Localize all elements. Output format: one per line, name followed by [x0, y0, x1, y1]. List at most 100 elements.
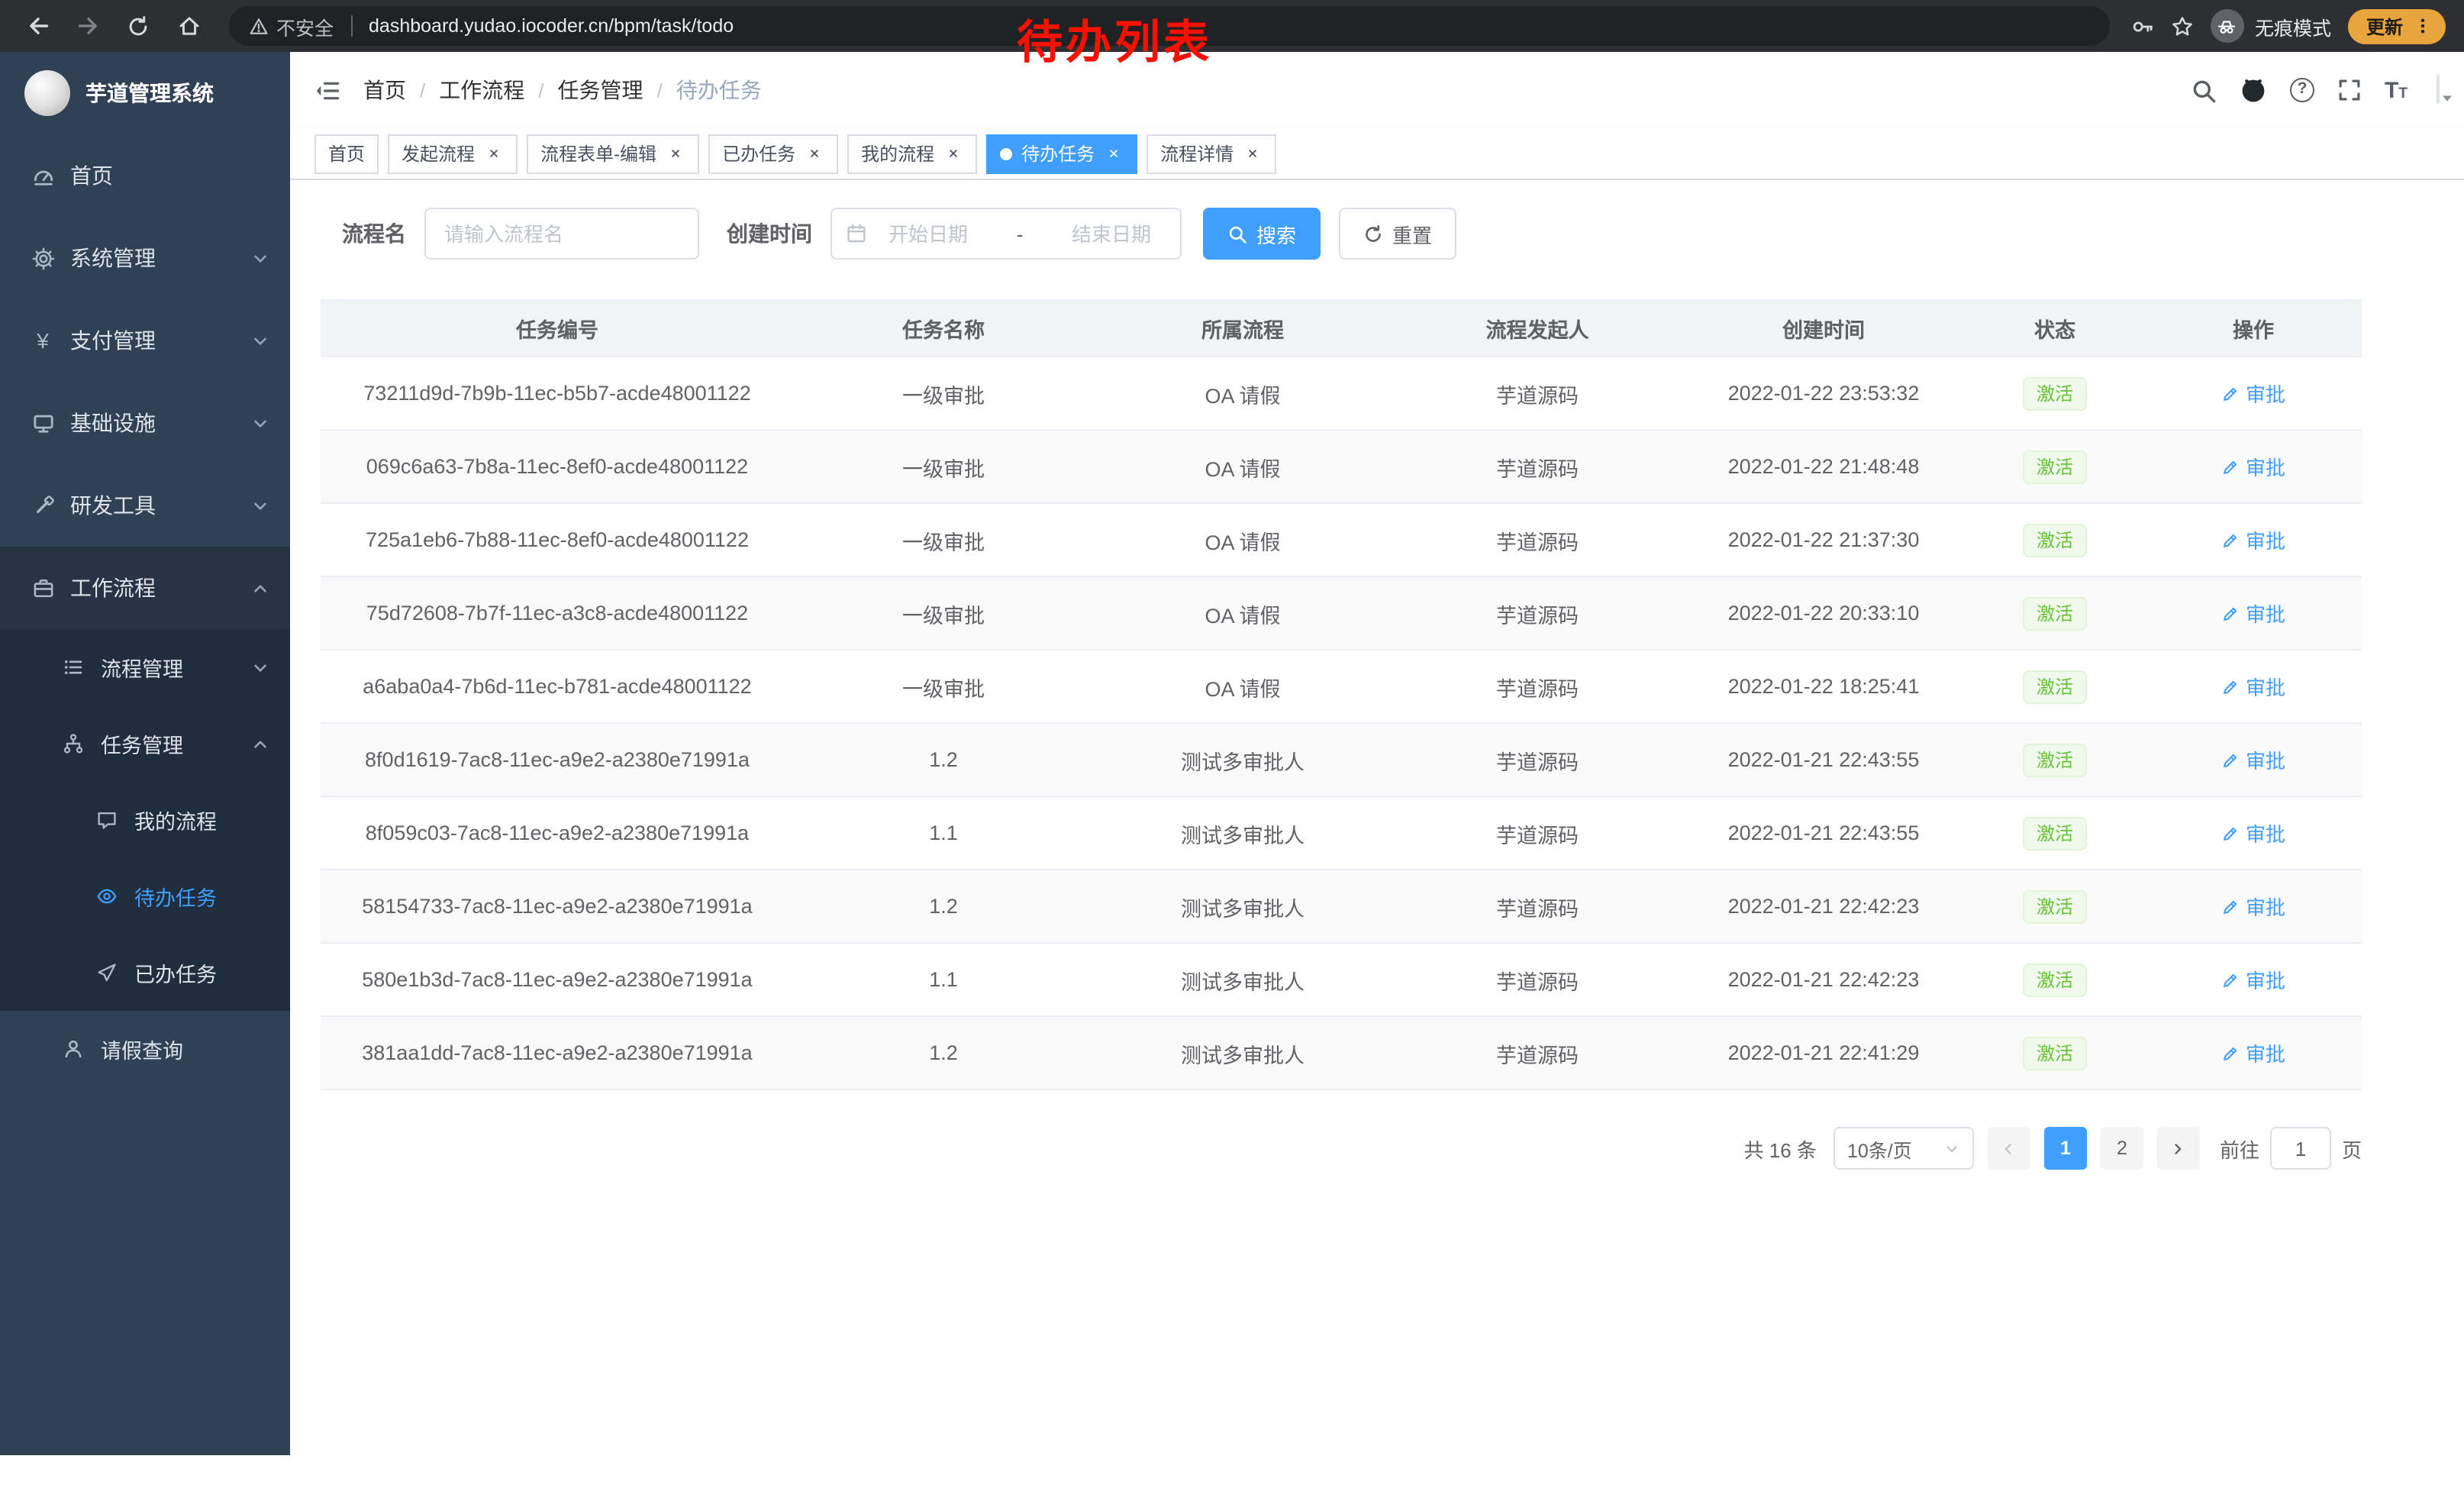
cell-status: 激活 [1965, 943, 2145, 1016]
help-button[interactable]: ? [2290, 78, 2314, 102]
close-icon[interactable] [1241, 143, 1263, 164]
approve-link[interactable]: 审批 [2221, 965, 2285, 994]
sidebar-item-my-process[interactable]: 我的流程 [0, 782, 290, 858]
tab-done-task[interactable]: 已办任务 [708, 134, 838, 173]
tab-my-process[interactable]: 我的流程 [847, 134, 977, 173]
process-name-label: 流程名 [342, 218, 406, 249]
breadcrumb-home[interactable]: 首页 [363, 75, 406, 105]
cell-starter: 芋道源码 [1392, 576, 1682, 650]
approve-link[interactable]: 审批 [2221, 452, 2285, 481]
sidebar-item-infrastructure[interactable]: 基础设施 [0, 382, 290, 464]
approve-link[interactable]: 审批 [2221, 1038, 2285, 1067]
approve-link[interactable]: 审批 [2221, 379, 2285, 408]
font-size-button[interactable]: T T [2385, 80, 2408, 100]
approve-link[interactable]: 审批 [2221, 672, 2285, 701]
cell-status: 激活 [1965, 796, 2145, 870]
pagination-total: 共 16 条 [1744, 1134, 1817, 1163]
user-avatar-menu[interactable] [2437, 76, 2440, 104]
page-button-1[interactable]: 1 [2044, 1127, 2087, 1170]
reset-button[interactable]: 重置 [1339, 208, 1456, 260]
table-wrap: 任务编号 任务名称 所属流程 流程发起人 创建时间 状态 操作 [321, 299, 2362, 1170]
page-button-2[interactable]: 2 [2101, 1127, 2143, 1170]
close-icon[interactable] [1102, 143, 1124, 164]
bookmark-star-button[interactable] [2171, 15, 2194, 37]
cell-status: 激活 [1965, 576, 2145, 650]
header-search-button[interactable] [2191, 77, 2217, 103]
range-separator: - [989, 222, 1050, 245]
tab-todo-task[interactable]: 待办任务 [986, 134, 1137, 173]
close-icon[interactable] [942, 143, 963, 164]
column-header-create-time: 创建时间 [1682, 300, 1965, 357]
browser-home-button[interactable] [169, 7, 208, 45]
sidebar-item-todo-task[interactable]: 待办任务 [0, 858, 290, 934]
search-button[interactable]: 搜索 [1203, 208, 1321, 260]
tab-start-process[interactable]: 发起流程 [388, 134, 518, 173]
tab-home[interactable]: 首页 [314, 134, 379, 173]
browser-reload-button[interactable] [119, 7, 157, 45]
close-icon[interactable] [803, 143, 824, 164]
goto-page-input[interactable] [2270, 1127, 2331, 1170]
cell-create-time: 2022-01-22 18:25:41 [1682, 650, 1965, 723]
end-date-input[interactable] [1056, 222, 1166, 245]
cell-task-id: 725a1eb6-7b88-11ec-8ef0-acde48001122 [321, 503, 794, 576]
next-page-button[interactable] [2157, 1127, 2200, 1170]
breadcrumb-workflow[interactable]: 工作流程 [439, 75, 524, 105]
status-badge: 激活 [2023, 743, 2087, 776]
warning-icon [249, 16, 269, 36]
sidebar-item-process-mgmt[interactable]: 流程管理 [0, 629, 290, 705]
pagination-goto: 前往 页 [2220, 1127, 2362, 1170]
sidebar-item-task-mgmt[interactable]: 任务管理 [0, 705, 290, 782]
tab-label: 流程详情 [1160, 140, 1234, 166]
sidebar-collapse-button[interactable] [314, 77, 340, 103]
table-row: 8f0d1619-7ac8-11ec-a9e2-a2380e71991a 1.2… [321, 723, 2362, 796]
chevron-down-icon [250, 331, 270, 350]
sidebar-item-done-task[interactable]: 已办任务 [0, 934, 290, 1011]
app-title: 芋道管理系统 [85, 78, 214, 108]
chevron-left-icon [2001, 1140, 2017, 1157]
start-date-input[interactable] [873, 222, 983, 245]
sidebar: 芋道管理系统 首页 系统管理 ¥ 支付管理 [0, 52, 290, 1455]
password-key-button[interactable] [2131, 15, 2154, 37]
sidebar-item-workflow[interactable]: 工作流程 [0, 547, 290, 629]
site-security-indicator[interactable]: 不安全 [249, 11, 334, 40]
status-badge: 激活 [2023, 889, 2087, 923]
tab-process-form-edit[interactable]: 流程表单-编辑 [527, 134, 699, 173]
approve-link[interactable]: 审批 [2221, 745, 2285, 774]
font-size-icon: T [2385, 80, 2398, 100]
logo-area[interactable]: 芋道管理系统 [0, 52, 290, 134]
approve-link[interactable]: 审批 [2221, 818, 2285, 847]
update-label: 更新 [2366, 13, 2403, 39]
cell-status: 激活 [1965, 430, 2145, 503]
column-header-actions: 操作 [2145, 300, 2362, 357]
approve-link[interactable]: 审批 [2221, 892, 2285, 921]
breadcrumb-task-mgmt[interactable]: 任务管理 [558, 75, 643, 105]
browser-update-button[interactable]: 更新 [2348, 8, 2446, 44]
approve-link[interactable]: 审批 [2221, 599, 2285, 628]
sidebar-item-system-mgmt[interactable]: 系统管理 [0, 217, 290, 299]
search-icon [2191, 77, 2217, 103]
sidebar-item-devtools[interactable]: 研发工具 [0, 464, 290, 547]
date-range-picker[interactable]: - [830, 208, 1182, 260]
menu-dots-icon[interactable] [2414, 17, 2432, 35]
sidebar-item-payment-mgmt[interactable]: ¥ 支付管理 [0, 299, 290, 382]
close-icon[interactable] [664, 143, 685, 164]
github-link[interactable] [2240, 76, 2267, 104]
browser-back-button[interactable] [18, 7, 56, 45]
tab-process-detail[interactable]: 流程详情 [1147, 134, 1276, 173]
tab-label: 流程表单-编辑 [540, 140, 656, 166]
process-name-input[interactable] [424, 208, 699, 260]
edit-icon [2221, 897, 2240, 915]
cell-starter: 芋道源码 [1392, 357, 1682, 430]
close-icon[interactable] [482, 143, 504, 164]
sidebar-item-home[interactable]: 首页 [0, 134, 290, 217]
fullscreen-icon [2337, 78, 2362, 102]
page-size-select[interactable]: 10条/页 [1833, 1127, 1974, 1170]
cell-actions: 审批 [2145, 723, 2362, 796]
sidebar-item-label: 首页 [70, 160, 113, 191]
approve-link[interactable]: 审批 [2221, 525, 2285, 554]
fullscreen-button[interactable] [2337, 78, 2362, 102]
gear-icon [31, 246, 55, 270]
tab-label: 已办任务 [722, 140, 795, 166]
sidebar-item-leave-query[interactable]: 请假查询 [0, 1011, 290, 1087]
question-icon: ? [2290, 78, 2314, 102]
